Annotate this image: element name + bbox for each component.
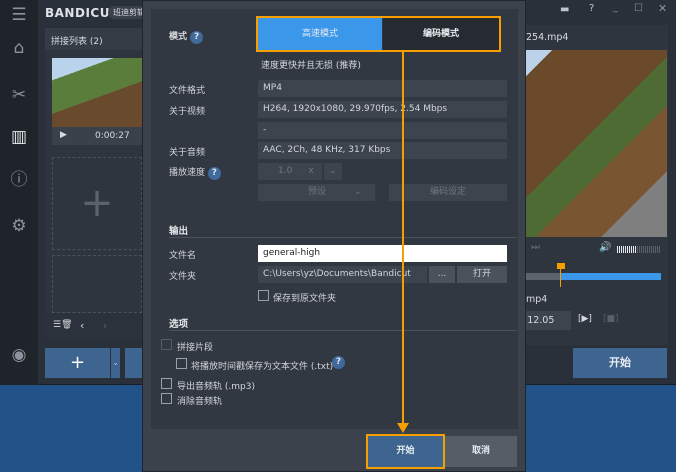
clip-controls: ▶ 0:00:27 [52, 127, 142, 145]
output-dialog: 模式 ? 高速模式 编码模式 速度更快并且无损 (推荐) 文件格式 MP4 关于… [142, 0, 526, 472]
open-folder-button[interactable]: 打开 [457, 266, 507, 283]
audio-label: 关于音频 [169, 148, 206, 158]
browse-button[interactable]: ... [429, 266, 455, 283]
play-icon[interactable]: ▶ [60, 130, 67, 140]
save-list-button[interactable] [125, 348, 142, 378]
volume-icon[interactable]: 🔊 [599, 242, 611, 253]
gear-icon[interactable]: ⚙ [9, 216, 29, 236]
encode-mode-button[interactable]: 编码模式 [383, 18, 499, 50]
filename-input[interactable]: general-high [258, 245, 507, 262]
add-dropdown[interactable]: ⌄ [111, 348, 120, 378]
cancel-button[interactable]: 取消 [445, 436, 517, 467]
options-section-title: 选项 [169, 319, 189, 330]
record-icon[interactable]: ◉ [9, 345, 29, 365]
help-icon[interactable]: ? [589, 3, 594, 14]
export-audio-checkbox[interactable] [161, 378, 172, 389]
speed-label: 播放速度 ? [169, 165, 221, 180]
next-frame-icon[interactable]: ⏭ [531, 242, 540, 253]
folder-label: 文件夹 [169, 272, 197, 282]
folder-icon[interactable]: ▬ [560, 4, 569, 15]
divider [169, 237, 517, 238]
video-info-field: H264, 1920x1080, 29.970fps, 2.54 Mbps [258, 101, 507, 118]
save-to-source-checkbox[interactable] [258, 290, 269, 301]
maximize-icon[interactable]: ☐ [634, 3, 643, 14]
filename-label: 文件名 [169, 251, 197, 261]
output-section-title: 输出 [169, 226, 189, 237]
dialog-panel: 模式 ? 高速模式 编码模式 速度更快并且无损 (推荐) 文件格式 MP4 关于… [151, 9, 518, 429]
join-segments-label: 拼接片段 [177, 343, 214, 353]
minimize-icon[interactable]: _ [613, 2, 618, 13]
export-audio-label: 导出音频轨 (.mp3) [177, 382, 255, 392]
remove-audio-checkbox[interactable] [161, 393, 172, 404]
preview-filename: 254.mp4 [526, 32, 569, 43]
list-toolbar: ☰🗑 ‹ › [45, 313, 142, 340]
menu-icon[interactable]: ☰ [9, 5, 29, 25]
volume-slider[interactable] [617, 246, 661, 253]
cut-icon[interactable]: ✂ [9, 85, 29, 105]
join-icon[interactable]: ▥ [9, 127, 29, 147]
close-icon[interactable]: ✕ [658, 2, 667, 15]
arrow-head-icon [397, 423, 409, 433]
annotation-arrow [402, 51, 404, 425]
delete-list-icon[interactable]: ☰🗑 [53, 320, 73, 330]
prev-icon[interactable]: ‹ [80, 319, 84, 332]
video-preview[interactable] [526, 50, 667, 237]
clip-thumbnail[interactable] [52, 58, 142, 127]
stop-segment-button[interactable]: [■] [603, 314, 619, 324]
empty-slot [52, 255, 142, 313]
preset-dropdown: 预设 ⌄ [258, 184, 375, 201]
add-button[interactable]: + [45, 348, 110, 378]
start-button[interactable]: 开始 [368, 436, 443, 467]
time-field[interactable]: :12.05 [522, 311, 571, 330]
save-to-source-label: 保存到原文件夹 [273, 294, 337, 304]
help-icon[interactable]: ? [332, 356, 345, 369]
video-extra-field: - [258, 122, 507, 139]
main-start-button[interactable]: 开始 [573, 348, 667, 378]
save-timestamps-label: 将播放时间戳保存为文本文件 (.txt) [191, 362, 334, 372]
save-timestamps-checkbox[interactable] [176, 358, 187, 369]
timeline-marker[interactable] [557, 263, 567, 287]
audio-info-field: AAC, 2Ch, 48 KHz, 317 Kbps [258, 142, 507, 159]
format-label: 文件格式 [169, 86, 206, 96]
list-title: 拼接列表 (2) [45, 28, 142, 50]
clip-time: 0:00:27 [95, 131, 130, 141]
mode-description: 速度更快并且无损 (推荐) [261, 61, 361, 71]
speed-dropdown: ⌄ [324, 163, 342, 180]
home-icon[interactable]: ⌂ [9, 38, 29, 58]
video-label: 关于视频 [169, 107, 206, 117]
fast-mode-button[interactable]: 高速模式 [258, 18, 382, 50]
help-icon[interactable]: ? [207, 167, 221, 180]
remove-audio-label: 消除音频轨 [177, 397, 223, 407]
format-field: MP4 [258, 80, 507, 97]
info-icon[interactable]: ⓘ [9, 170, 29, 190]
divider [169, 330, 517, 331]
play-segment-button[interactable]: [▶] [578, 314, 592, 324]
speed-field: 1.0 x [258, 163, 322, 180]
timeline[interactable] [526, 273, 661, 280]
encode-settings-button: 编码设定 [389, 184, 507, 201]
output-filename: mp4 [526, 294, 548, 305]
help-icon[interactable]: ? [190, 31, 204, 44]
mode-label: 模式 ? [169, 29, 204, 44]
join-segments-checkbox [161, 339, 172, 350]
next-icon[interactable]: › [103, 319, 107, 332]
add-clip-slot[interactable]: + [52, 157, 142, 250]
sidebar: ☰ ⌂ ✂ ▥ ⓘ ⚙ ◉ [0, 0, 38, 385]
